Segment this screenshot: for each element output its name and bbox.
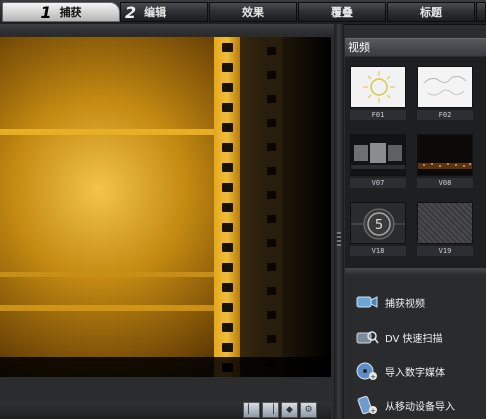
panel-splitter[interactable] [334,24,344,419]
tab-effects[interactable]: 效果 [209,2,297,22]
library-divider [345,268,486,275]
screens-thumbnail-icon [351,143,405,169]
tab-capture[interactable]: 1 捕获 [2,2,120,22]
tab-overlay[interactable]: 覆叠 [298,2,386,22]
thumb-f02[interactable] [417,66,473,108]
library-header: 视频 [345,38,486,56]
tab-title[interactable]: 标题 [387,2,475,22]
tab-title-label: 标题 [420,6,442,19]
thumb-f01-label: F01 [350,110,406,120]
thumb-v07[interactable] [350,134,406,176]
tab-overlay-label: 覆叠 [331,6,353,19]
import-from-mobile-button[interactable]: + 从移动设备导入 [355,394,455,416]
preview-header [0,24,334,36]
import-from-mobile-label: 从移动设备导入 [385,401,455,413]
tab-effects-label: 效果 [242,6,264,19]
tab-edit-number: 2 [125,2,137,22]
mark-in-button[interactable]: ▏ [243,402,260,418]
city-lights-thumbnail-icon [418,163,472,169]
thumb-v18[interactable]: 5 [350,202,406,244]
dv-quick-scan-button[interactable]: DV 快速扫描 [355,326,443,348]
tab-capture-label: 捕获 [59,6,82,19]
video-camera-icon [355,292,379,312]
tab-overflow[interactable] [476,2,486,22]
tab-capture-number: 1 [40,2,52,22]
svg-text:+: + [370,407,376,415]
svg-text:+: + [370,373,376,381]
preview-screen [0,37,331,377]
thumb-v08-label: V08 [417,178,473,188]
thumb-f02-label: F02 [417,110,473,120]
library-title: 视频 [348,41,370,54]
capture-video-label: 捕获视频 [385,298,425,310]
tab-edit[interactable]: 2 编辑 [120,2,208,22]
splitter-grip[interactable] [337,232,341,246]
import-disc-icon: + [355,361,379,381]
dv-quick-scan-label: DV 快速扫描 [385,333,443,345]
sun-sketch-icon [363,71,395,103]
thumb-v07-label: V07 [350,178,406,188]
world-map-sketch-icon [423,75,467,96]
import-digital-media-button[interactable]: + 导入数字媒体 [355,360,445,382]
countdown-leader-icon: 5 [351,208,405,240]
mobile-device-icon: + [355,395,379,415]
settings-button[interactable]: ⚙ [300,402,317,418]
thumb-f01[interactable] [350,66,406,108]
mark-out-button[interactable]: ▕ [262,402,279,418]
dv-scan-icon [355,327,379,347]
thumb-v19-label: V19 [417,246,473,256]
tab-edit-label: 编辑 [144,6,167,19]
thumb-v19[interactable] [417,202,473,244]
thumb-v08[interactable] [417,134,473,176]
capture-video-button[interactable]: 捕获视频 [355,291,425,313]
thumb-v18-label: V18 [350,246,406,256]
countdown-digit: 5 [375,218,383,233]
film-strip-preview-image [0,37,331,377]
step-tabbar: 1 捕获 2 编辑 效果 覆叠 标题 [0,0,486,25]
import-digital-media-label: 导入数字媒体 [385,367,445,379]
snapshot-button[interactable]: ◆ [281,402,298,418]
